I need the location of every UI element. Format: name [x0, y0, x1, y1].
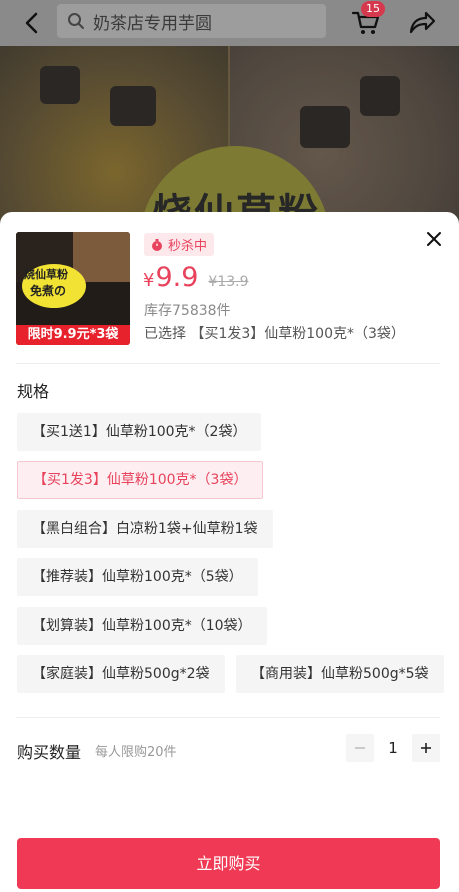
quantity-label: 购买数量: [17, 743, 82, 762]
purchase-limit: 每人限购20件: [95, 745, 177, 760]
stock-count: 库存75838件: [144, 303, 231, 319]
price-currency: ¥: [143, 270, 155, 291]
share-icon: [409, 11, 436, 34]
back-button[interactable]: [12, 0, 52, 46]
divider: [16, 363, 440, 364]
stopwatch-icon: [152, 238, 162, 251]
thumb-banner: 限时9.9元*3袋: [16, 325, 130, 345]
spec-option[interactable]: 【划算装】仙草粉100克*（10袋）: [17, 607, 267, 645]
quantity-increase-button[interactable]: [412, 734, 440, 762]
flash-sale-label: 秒杀中: [168, 239, 208, 254]
divider: [16, 717, 440, 718]
price-row: ¥ 9.9 ¥13.9: [143, 262, 249, 293]
flash-sale-badge: 秒杀中: [144, 233, 215, 256]
spec-option-selected[interactable]: 【买1发3】仙草粉100克*（3袋）: [17, 461, 264, 499]
minus-icon: [355, 747, 365, 749]
search-bar[interactable]: 奶茶店专用芋圆: [57, 4, 326, 38]
product-thumbnail: 烧仙草粉 免煮の 限时9.9元*3袋: [16, 232, 130, 345]
cart-count-badge: 15: [361, 1, 385, 17]
spec-option[interactable]: 【黑白组合】白凉粉1袋+仙草粉1袋: [17, 510, 273, 548]
price-value: 9.9: [155, 262, 199, 293]
back-arrow-icon: [25, 12, 38, 34]
thumb-tag-line1: 烧仙草粉: [24, 268, 68, 281]
original-price: ¥13.9: [208, 274, 249, 290]
search-icon: [68, 13, 84, 29]
thumb-tag-line2: 免煮の: [30, 284, 67, 298]
sku-selector-sheet: 烧仙草粉 免煮の 限时9.9元*3袋 秒杀中 ¥ 9.9 ¥13.9 库存758…: [0, 212, 459, 892]
quantity-decrease-button[interactable]: [346, 734, 374, 762]
buy-now-button[interactable]: 立即购买: [17, 838, 440, 889]
close-icon: [427, 232, 441, 246]
spec-option[interactable]: 【买1送1】仙草粉100克*（2袋）: [17, 413, 262, 451]
top-bar: 奶茶店专用芋圆 15: [0, 0, 459, 46]
spec-option[interactable]: 【推荐装】仙草粉100克*（5袋）: [17, 558, 258, 596]
close-button[interactable]: [423, 228, 445, 250]
spec-option[interactable]: 【家庭装】仙草粉500g*2袋: [17, 655, 225, 693]
spec-title: 规格: [17, 382, 50, 401]
dim-overlay: [0, 46, 459, 226]
share-button[interactable]: [406, 7, 438, 39]
plus-icon: [421, 743, 431, 753]
spec-option[interactable]: 【商用装】仙草粉500g*5袋: [236, 655, 444, 693]
product-image: 烧仙草粉: [0, 46, 459, 226]
search-text: 奶茶店专用芋圆: [93, 13, 212, 34]
selected-spec: 已选择 【买1发3】仙草粉100克*（3袋）: [144, 326, 405, 342]
quantity-value[interactable]: 1: [374, 734, 412, 762]
